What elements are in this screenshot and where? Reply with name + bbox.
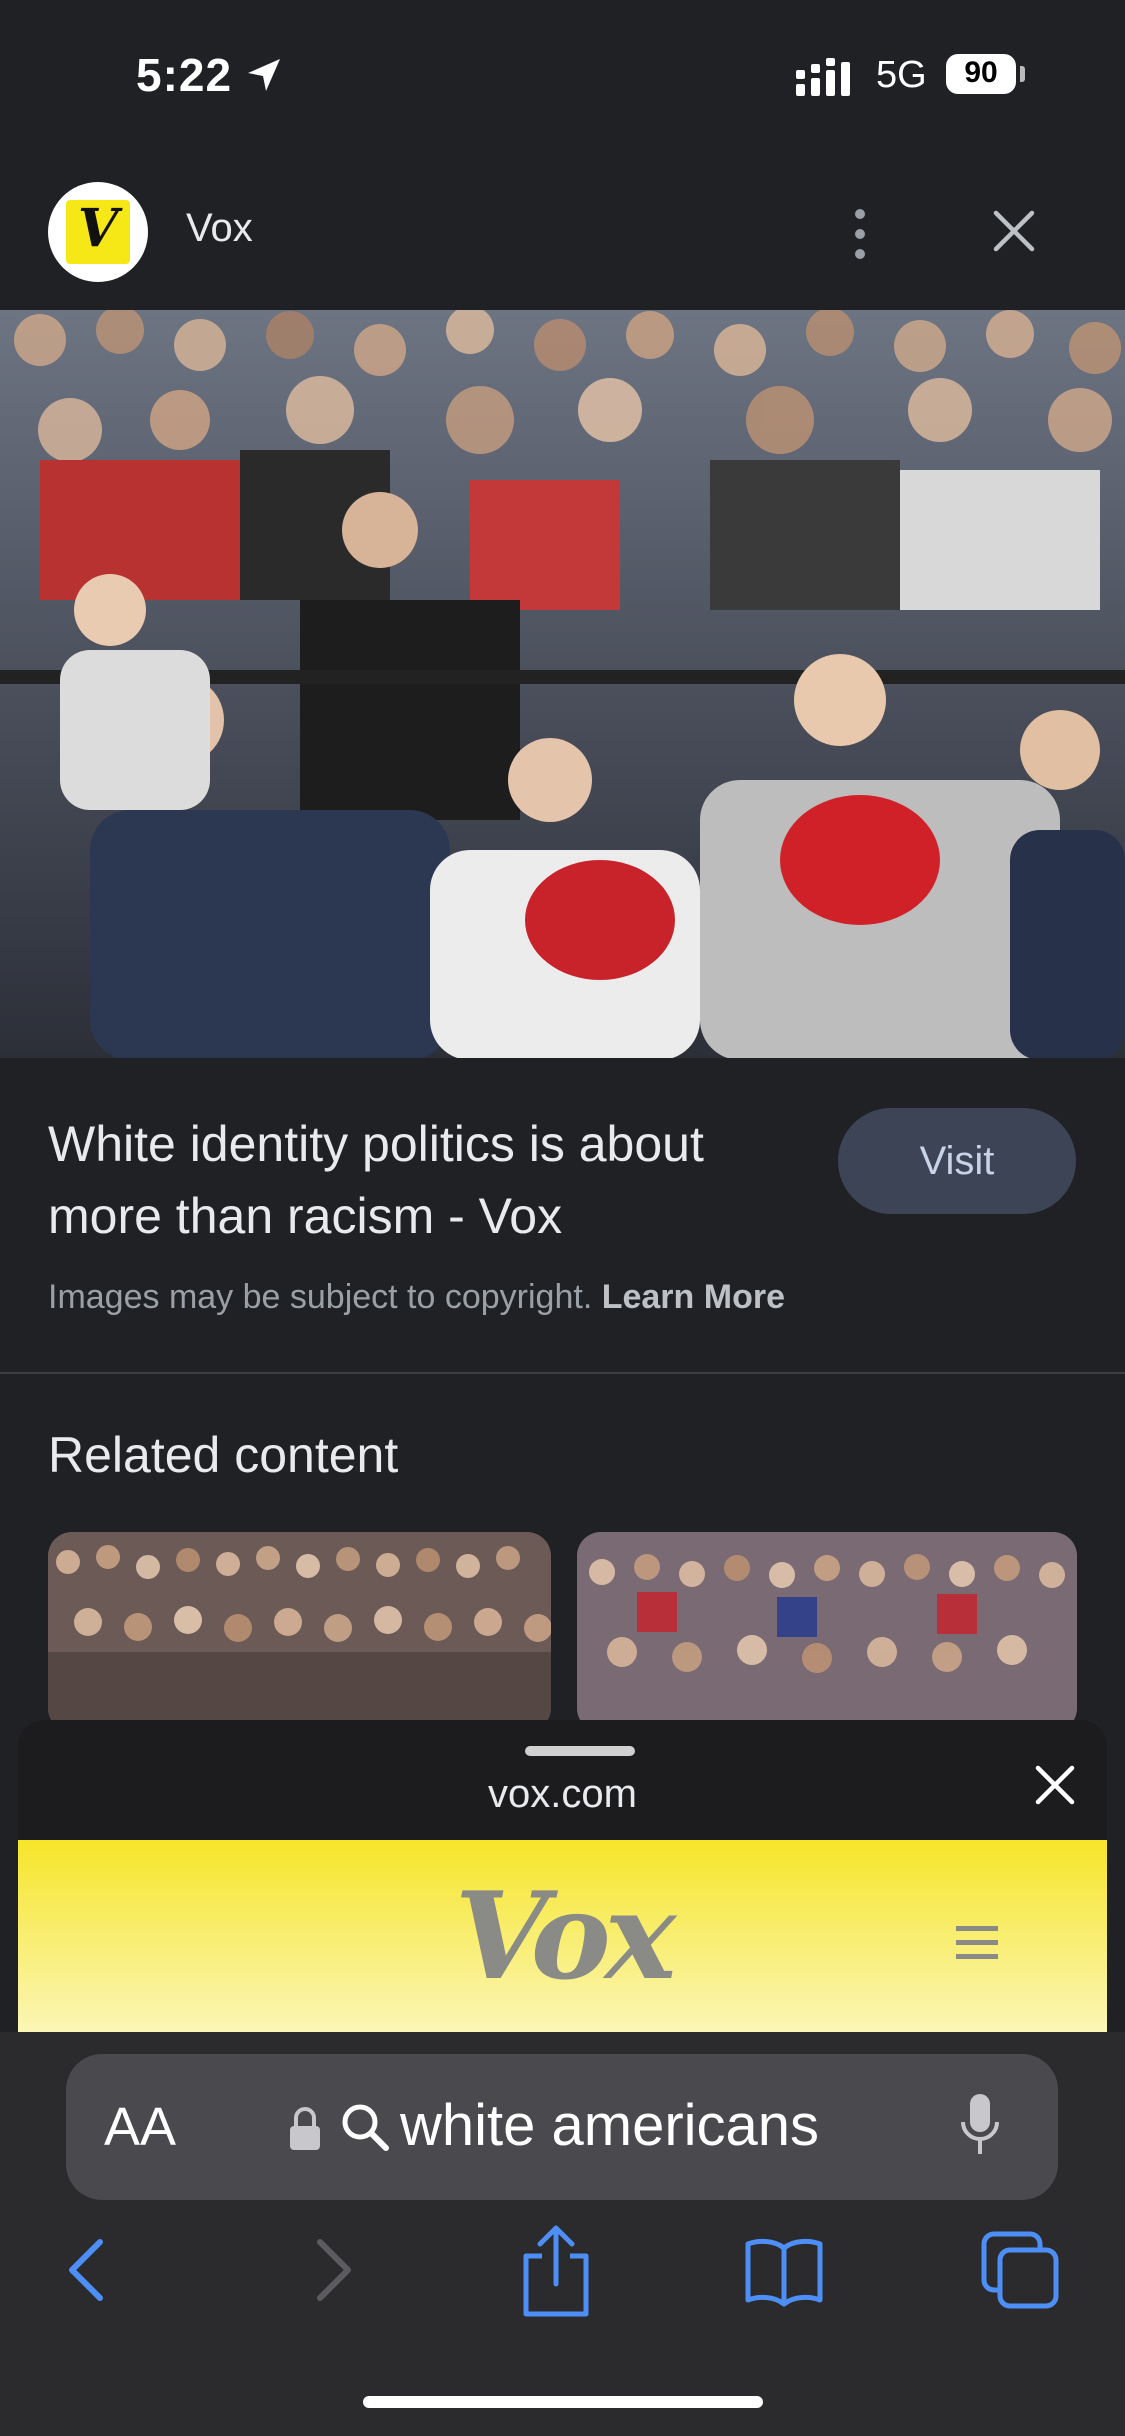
- battery-icon: 90: [946, 54, 1026, 96]
- search-icon: [342, 2104, 389, 2151]
- learn-more-link[interactable]: Learn More: [602, 1278, 785, 1316]
- mic-icon[interactable]: [960, 2092, 1000, 2164]
- status-time: 5:22: [136, 49, 233, 101]
- related-content-title: Related content: [48, 1427, 399, 1483]
- lock-icon: [290, 2107, 320, 2150]
- text-size-button[interactable]: AA: [104, 2096, 176, 2158]
- hamburger-icon[interactable]: [956, 1926, 998, 1960]
- sheet-domain: vox.com: [488, 1772, 637, 1816]
- close-icon[interactable]: [1032, 1762, 1078, 1808]
- battery-percentage: 90: [964, 56, 998, 89]
- copyright-notice: Images may be subject to copyright. Lear…: [48, 1278, 785, 1317]
- sheet-grabber[interactable]: [525, 1746, 635, 1756]
- signal-icon: [796, 58, 850, 96]
- related-thumbnail[interactable]: [577, 1532, 1077, 1732]
- network-label: 5G: [876, 54, 927, 96]
- related-thumbnail[interactable]: [48, 1532, 551, 1732]
- home-indicator[interactable]: [363, 2396, 763, 2408]
- close-icon[interactable]: [990, 207, 1038, 255]
- more-icon[interactable]: [848, 206, 872, 262]
- share-icon[interactable]: [516, 2222, 596, 2318]
- logo-letter: V: [77, 198, 119, 259]
- bookmarks-icon[interactable]: [744, 2230, 824, 2310]
- copyright-text: Images may be subject to copyright.: [48, 1278, 593, 1316]
- forward-icon[interactable]: [290, 2230, 370, 2310]
- location-arrow-icon: [248, 59, 280, 91]
- result-title[interactable]: White identity politics is about more th…: [48, 1108, 808, 1252]
- vox-wordmark[interactable]: Vox: [18, 1866, 1107, 2007]
- link-preview-sheet[interactable]: vox.com Vox: [18, 1720, 1107, 2032]
- back-icon[interactable]: [50, 2230, 130, 2310]
- divider: [0, 1372, 1125, 1374]
- hero-image[interactable]: [0, 310, 1125, 1058]
- image-viewer-header: [0, 150, 1125, 310]
- search-query[interactable]: white americans: [400, 2092, 819, 2159]
- site-name[interactable]: Vox: [186, 206, 253, 251]
- site-logo[interactable]: V: [48, 182, 148, 282]
- tabs-icon[interactable]: [980, 2230, 1060, 2310]
- visit-button[interactable]: Visit: [838, 1108, 1076, 1214]
